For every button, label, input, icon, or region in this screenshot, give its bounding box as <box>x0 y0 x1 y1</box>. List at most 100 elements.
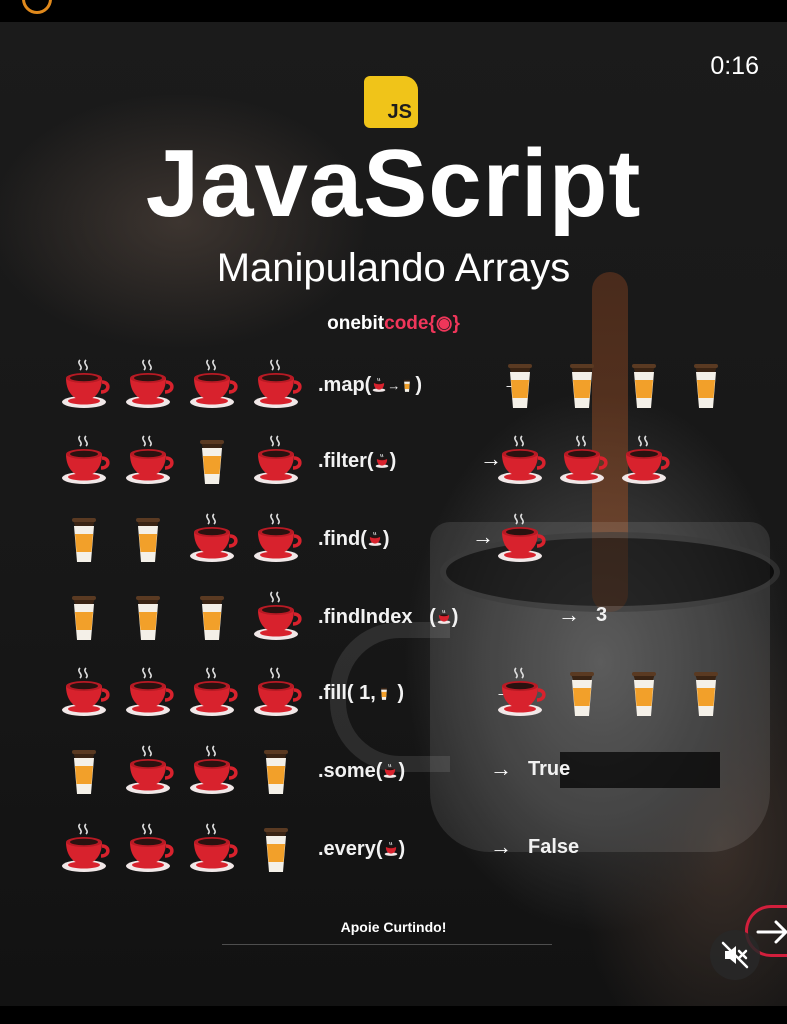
coffee-cup-icon <box>184 820 244 880</box>
method-label: .find() <box>318 528 390 551</box>
method-close: ) <box>391 682 405 704</box>
method-label: .fill( 1, ) <box>318 682 404 705</box>
page-subtitle: Manipulando Arrays <box>216 246 571 290</box>
coffee-cup-icon <box>120 742 180 802</box>
coffee-cup-icon <box>56 432 116 492</box>
coffee-cup-icon <box>56 356 116 416</box>
method-row: .find() → <box>56 510 756 570</box>
coffee-cup-icon <box>248 510 308 570</box>
method-close: ) <box>415 374 423 396</box>
method-close: ) <box>382 528 390 550</box>
result-cup-icon <box>616 432 676 492</box>
speaker-muted-icon <box>721 941 749 969</box>
result-cup-icon <box>492 432 552 492</box>
coffee-cup-icon <box>56 664 116 724</box>
bottom-bar <box>0 1006 787 1024</box>
coffee-cup-icon <box>120 664 180 724</box>
method-name: .filter( <box>318 450 374 472</box>
coffee-glass-icon <box>120 588 180 648</box>
coffee-glass-icon <box>56 588 116 648</box>
result-cup-icon <box>492 510 552 570</box>
brand-icon: ◉ <box>435 313 453 334</box>
coffee-cup-icon <box>184 356 244 416</box>
result-value: True <box>528 758 571 780</box>
mini-cup-icon <box>382 762 398 780</box>
method-name: .fill( 1, <box>318 682 376 704</box>
method-row: .fill( 1, )→ <box>56 664 756 724</box>
method-label: .filter() <box>318 450 396 473</box>
coffee-glass-icon <box>120 510 180 570</box>
mini-arrow-icon: → <box>387 378 401 393</box>
brand-white-part: onebit <box>327 313 385 334</box>
coffee-glass-icon <box>184 432 244 492</box>
result-glass-icon <box>678 664 738 724</box>
result-cup-icon <box>554 432 614 492</box>
method-name: .find( <box>318 528 367 550</box>
brand-end-part: } <box>452 313 460 334</box>
coffee-glass-icon <box>56 510 116 570</box>
mini-glass-icon <box>399 376 415 394</box>
mini-cup-icon <box>436 608 452 626</box>
mute-button[interactable] <box>710 930 760 980</box>
js-logo-text: JS <box>387 101 412 123</box>
result-glass-icon <box>492 356 552 416</box>
coffee-cup-icon <box>248 432 308 492</box>
result-glass-icon <box>678 356 738 416</box>
method-label: .every() <box>318 838 405 861</box>
result-glass-icon <box>554 356 614 416</box>
coffee-cup-icon <box>120 356 180 416</box>
coffee-cup-icon <box>248 356 308 416</box>
coffee-cup-icon <box>184 664 244 724</box>
method-name: .findIndex ( <box>318 606 436 628</box>
method-close: ) <box>398 760 406 782</box>
profile-ring-icon[interactable] <box>22 0 52 14</box>
method-row: .filter() → <box>56 432 756 492</box>
result-value: False <box>528 836 580 858</box>
mini-glass-icon <box>376 684 392 702</box>
method-label: .some() <box>318 760 405 783</box>
result-arrow-icon: → <box>490 756 512 781</box>
mini-cup-icon <box>383 840 399 858</box>
method-row: .every() → False <box>56 820 756 880</box>
coffee-cup-icon <box>184 742 244 802</box>
method-row: .map( →)→ <box>56 356 756 416</box>
coffee-glass-icon <box>248 742 308 802</box>
method-row: .some() → True <box>56 742 756 802</box>
method-name: .some( <box>318 760 383 782</box>
coffee-cup-icon <box>120 432 180 492</box>
brand-logo: onebitcode{◉} <box>0 312 787 335</box>
coffee-cup-icon <box>120 820 180 880</box>
coffee-cup-icon <box>248 664 308 724</box>
method-row: .findIndex () → 3 <box>56 588 756 648</box>
method-name: .map( <box>318 374 372 396</box>
result-glass-icon <box>554 664 614 724</box>
result-cup-icon <box>492 664 552 724</box>
result-arrow-icon: → <box>472 524 494 549</box>
video-timer: 0:16 <box>710 52 759 80</box>
js-logo-icon: JS <box>364 76 418 128</box>
coffee-glass-icon <box>248 820 308 880</box>
result-glass-icon <box>616 664 676 724</box>
coffee-glass-icon <box>56 742 116 802</box>
page-title: JavaScript <box>145 130 642 237</box>
arrow-right-icon <box>756 920 787 944</box>
mini-cup-icon <box>374 452 390 470</box>
method-name: .every( <box>318 838 383 860</box>
result-arrow-icon: → <box>558 602 580 627</box>
brand-red-part: code{ <box>384 313 436 334</box>
method-close: ) <box>398 838 406 860</box>
method-close: ) <box>451 606 459 628</box>
coffee-glass-icon <box>184 588 244 648</box>
coffee-cup-icon <box>56 820 116 880</box>
mini-cup-icon <box>371 376 387 394</box>
method-label: .findIndex () <box>318 606 458 629</box>
result-value: 3 <box>596 604 608 626</box>
footer-cta: Apoie Curtindo! <box>340 919 447 935</box>
method-label: .map( →) <box>318 374 422 397</box>
top-status-bar <box>0 0 787 22</box>
footer-divider <box>222 944 552 945</box>
mini-cup-icon <box>367 530 383 548</box>
result-glass-icon <box>616 356 676 416</box>
coffee-cup-icon <box>184 510 244 570</box>
result-arrow-icon: → <box>490 834 512 859</box>
